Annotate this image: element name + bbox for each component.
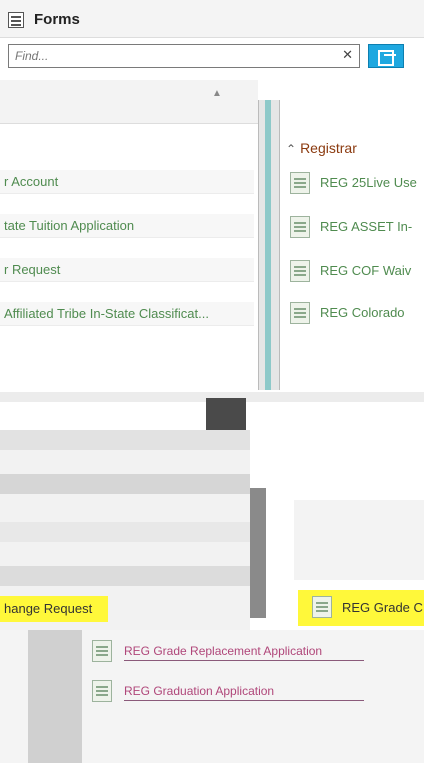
list-item-label: REG Graduation Application (124, 684, 275, 698)
filter-button[interactable] (368, 44, 404, 68)
list-item (0, 430, 250, 450)
panel-splitter[interactable] (258, 100, 280, 390)
list-item[interactable]: REG ASSET In- (286, 212, 424, 242)
list-item[interactable]: r Request (0, 258, 254, 282)
list-item-label: REG Grade C (342, 600, 423, 615)
list-item[interactable]: REG Graduation Application (88, 674, 388, 708)
bottom-form-list: REG Grade Replacement Application REG Gr… (0, 630, 424, 763)
list-item[interactable]: tate Tuition Application (0, 214, 254, 238)
left-form-list: ▲ r Account tate Tuition Application r R… (0, 80, 258, 420)
form-icon (290, 260, 310, 282)
list-item[interactable]: REG Grade Replacement Application (88, 634, 388, 668)
list-item[interactable]: Affiliated Tribe In-State Classificat... (0, 302, 254, 326)
render-artifact (28, 630, 82, 763)
clear-icon[interactable]: ✕ (342, 47, 353, 63)
page-title: Forms (34, 11, 80, 28)
list-item (0, 522, 250, 542)
highlighted-list-item[interactable]: REG Grade C (298, 590, 424, 626)
list-item-label: REG Grade Replacement Application (124, 644, 323, 658)
forms-icon (8, 12, 24, 28)
list-item[interactable]: REG 25Live Use (286, 168, 424, 198)
list-item-label: REG 25Live Use (320, 175, 417, 190)
list-item (0, 566, 250, 586)
form-icon (290, 172, 310, 194)
registrar-panel: ⌃ Registrar REG 25Live Use REG ASSET In- … (282, 88, 424, 388)
form-icon (92, 640, 112, 662)
highlighted-list-item[interactable]: hange Request (0, 596, 108, 622)
list-item-label: REG COF Waiv (320, 263, 412, 278)
scroll-up-icon[interactable]: ▲ (212, 88, 222, 99)
forms-header: Forms (0, 0, 424, 38)
form-icon (290, 302, 310, 324)
search-field[interactable]: ✕ (8, 44, 360, 68)
registrar-section-header[interactable]: ⌃ Registrar (286, 140, 357, 156)
right-lower-list (294, 500, 424, 580)
list-item-label: REG Colorado (320, 305, 405, 320)
search-input[interactable] (9, 45, 329, 67)
list-item[interactable]: REG Colorado (286, 298, 424, 328)
form-icon (290, 216, 310, 238)
left-list-header (0, 80, 258, 124)
list-item-label: REG ASSET In- (320, 219, 413, 234)
list-item[interactable]: r Account (0, 170, 254, 194)
list-item (0, 474, 250, 494)
form-icon (92, 680, 112, 702)
form-icon (312, 596, 332, 618)
list-item[interactable]: REG COF Waiv (286, 256, 424, 286)
section-title: Registrar (300, 140, 357, 156)
collapse-icon[interactable]: ⌃ (286, 142, 296, 156)
